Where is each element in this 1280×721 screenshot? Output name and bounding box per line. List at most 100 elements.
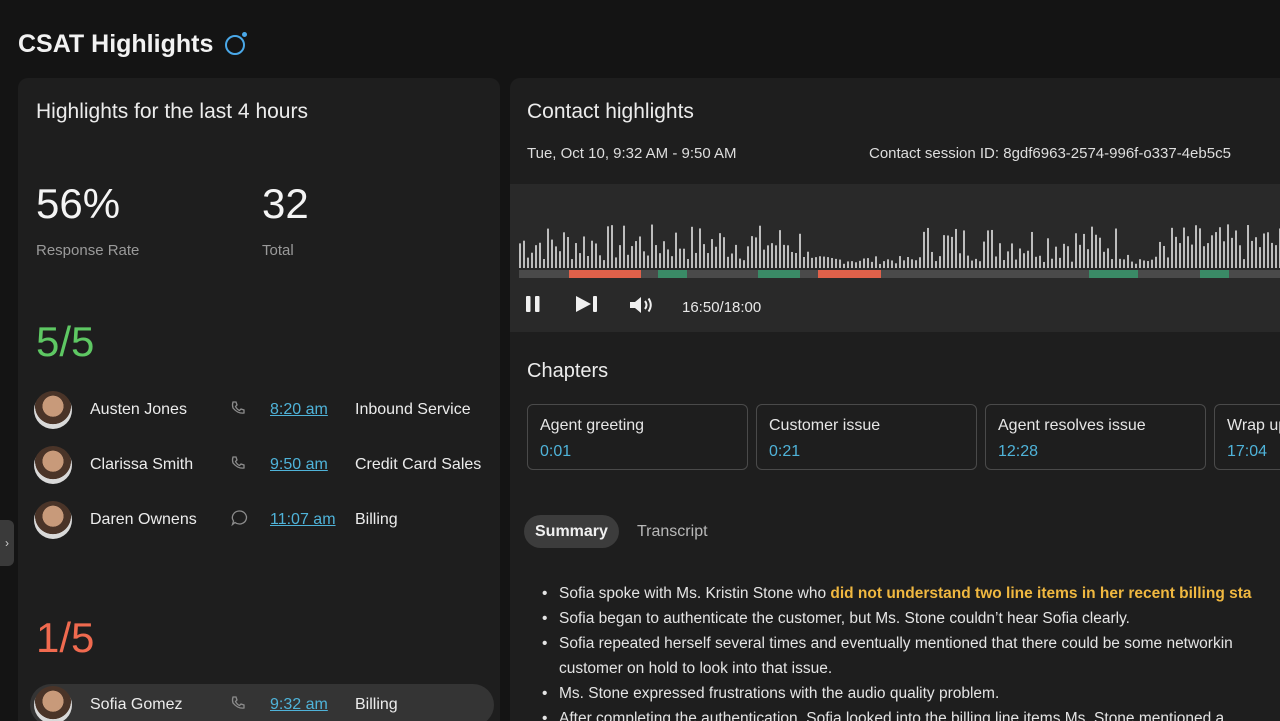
waveform-bar — [991, 229, 993, 268]
expand-sidebar-button[interactable]: › — [0, 520, 14, 566]
waveform-bar — [831, 258, 833, 268]
tab-summary[interactable]: Summary — [524, 515, 619, 548]
waveform-bar — [1023, 253, 1025, 268]
audio-player: 16:50/18:00 — [510, 184, 1280, 332]
contact-row[interactable]: Daren Ownens 11:07 am Billing — [30, 499, 494, 541]
waveform-bar — [835, 258, 837, 268]
contact-row-selected[interactable]: Sofia Gomez 9:32 am Billing — [30, 684, 494, 721]
waveform-bar — [591, 240, 593, 268]
positive-sentiment-segment — [658, 270, 687, 278]
contact-row[interactable]: Clarissa Smith 9:50 am Credit Card Sales — [30, 444, 494, 486]
waveform-bar — [779, 230, 781, 268]
contact-time-link[interactable]: 9:50 am — [270, 456, 328, 474]
waveform-bar — [1075, 233, 1077, 268]
skip-forward-button[interactable] — [574, 294, 600, 320]
waveform-bar — [631, 246, 633, 268]
waveform-bar — [1155, 256, 1157, 268]
waveform-bar — [667, 249, 669, 268]
waveform-bar — [1219, 227, 1221, 268]
waveform-bar — [911, 259, 913, 268]
waveform-bar — [867, 258, 869, 268]
contact-highlights-panel: Contact highlights Tue, Oct 10, 9:32 AM … — [510, 78, 1280, 721]
chapter-time[interactable]: 17:04 — [1227, 443, 1280, 461]
avatar — [34, 686, 72, 721]
playback-timeline[interactable] — [519, 270, 1280, 278]
chapter-time[interactable]: 0:21 — [769, 443, 964, 461]
waveform-bar — [607, 226, 609, 268]
waveform-bar — [1271, 242, 1273, 268]
waveform-bar — [559, 251, 561, 268]
waveform-bar — [1211, 235, 1213, 268]
summary-item: After completing the authentication, Sof… — [542, 706, 1280, 721]
pause-button[interactable] — [524, 294, 542, 320]
waveform-bar — [1203, 246, 1205, 268]
waveform-bar — [1259, 247, 1261, 268]
waveform-bar — [671, 256, 673, 268]
waveform-bar — [1011, 243, 1013, 268]
waveform-bar — [1103, 251, 1105, 268]
waveform-bar — [1007, 251, 1009, 268]
chapter-time[interactable]: 12:28 — [998, 443, 1193, 461]
waveform-bar — [767, 245, 769, 268]
chapter-card[interactable]: Wrap up 17:04 — [1214, 404, 1280, 470]
response-rate-label: Response Rate — [36, 242, 140, 259]
total-stat: 32 Total — [262, 180, 309, 259]
waveform-bar — [539, 242, 541, 268]
contact-time-link[interactable]: 9:32 am — [270, 696, 328, 714]
waveform-bar — [759, 225, 761, 268]
waveform-bar — [711, 239, 713, 268]
waveform-bar — [1051, 258, 1053, 268]
contact-time-link[interactable]: 8:20 am — [270, 401, 328, 419]
waveform-bar — [1115, 228, 1117, 268]
waveform-bar — [847, 261, 849, 268]
waveform-bar — [823, 256, 825, 268]
waveform-bar — [1091, 226, 1093, 268]
waveform-bar — [935, 261, 937, 268]
waveform-bar — [1207, 243, 1209, 268]
waveform-bar — [719, 233, 721, 268]
avatar — [34, 446, 72, 484]
waveform-bar — [523, 240, 525, 268]
waveform-bar — [811, 257, 813, 268]
waveform-bar — [1095, 234, 1097, 268]
waveform-bar — [527, 257, 529, 268]
contact-heading: Contact highlights — [527, 100, 694, 123]
waveform-bar — [1015, 259, 1017, 268]
waveform-bar — [715, 246, 717, 268]
chapter-time[interactable]: 0:01 — [540, 443, 735, 461]
waveform-bar — [743, 260, 745, 268]
contact-session-id: Contact session ID: 8gdf6963-2574-996f-o… — [869, 145, 1231, 162]
waveform-bar — [691, 226, 693, 268]
audio-waveform[interactable] — [519, 220, 1280, 268]
waveform-bar — [1183, 227, 1185, 268]
waveform-bar — [1159, 241, 1161, 268]
waveform-bar — [1055, 246, 1057, 268]
contact-row[interactable]: Austen Jones 8:20 am Inbound Service — [30, 389, 494, 431]
refresh-icon[interactable] — [225, 31, 248, 55]
chapter-card[interactable]: Agent resolves issue 12:28 — [985, 404, 1206, 470]
tab-transcript[interactable]: Transcript — [626, 515, 719, 548]
contact-queue: Billing — [355, 696, 398, 713]
waveform-bar — [1139, 259, 1141, 268]
negative-sentiment-segment — [818, 270, 881, 278]
waveform-bar — [1131, 261, 1133, 268]
waveform-bar — [571, 259, 573, 268]
phone-icon — [230, 455, 246, 476]
waveform-bar — [663, 241, 665, 268]
waveform-bar — [1047, 238, 1049, 268]
chapter-card[interactable]: Customer issue 0:21 — [756, 404, 977, 470]
waveform-bar — [1035, 256, 1037, 268]
waveform-bar — [923, 231, 925, 268]
summary-item: Sofia spoke with Ms. Kristin Stone who d… — [542, 581, 1280, 606]
waveform-bar — [851, 261, 853, 268]
waveform-bar — [855, 262, 857, 268]
waveform-bar — [903, 260, 905, 268]
chapter-card[interactable]: Agent greeting 0:01 — [527, 404, 748, 470]
waveform-bar — [1171, 227, 1173, 268]
response-rate-stat: 56% Response Rate — [36, 180, 139, 259]
volume-button[interactable] — [628, 294, 656, 322]
contact-time-link[interactable]: 11:07 am — [270, 511, 336, 529]
waveform-bar — [1039, 255, 1041, 268]
waveform-bar — [971, 260, 973, 268]
waveform-bar — [1043, 261, 1045, 268]
